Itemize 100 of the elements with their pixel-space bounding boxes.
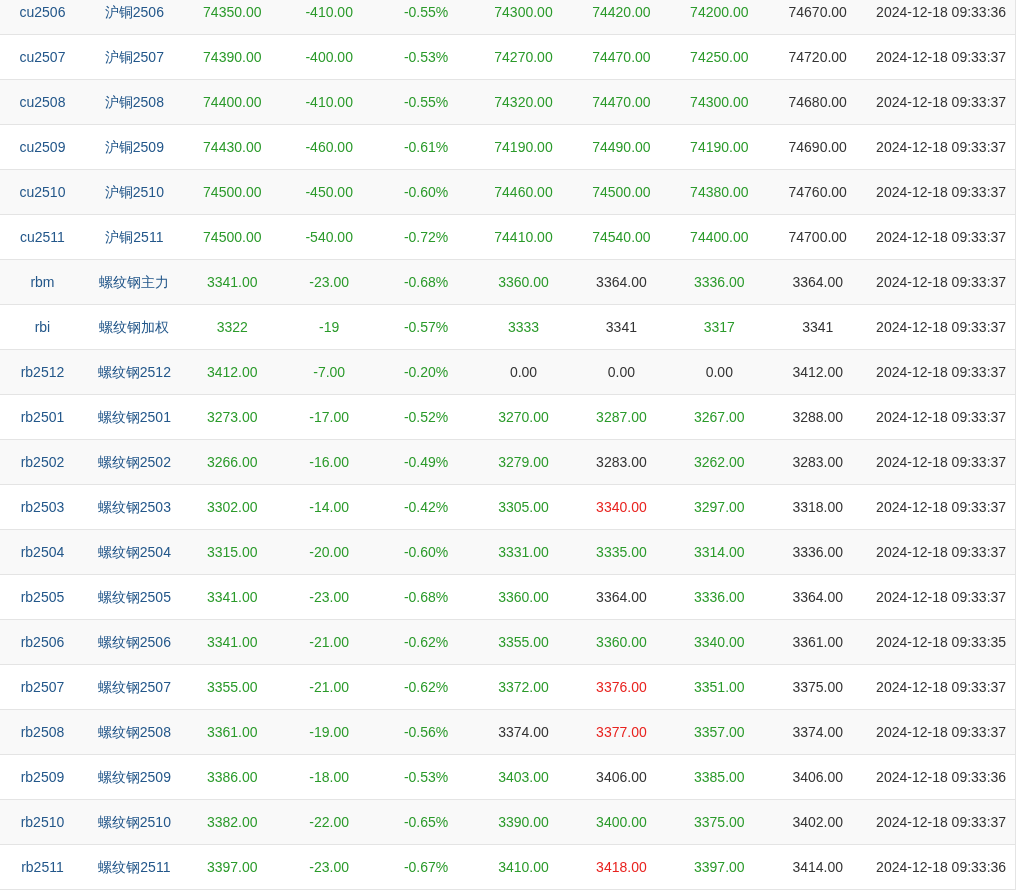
quote-cell-text: 3361.00 [791, 632, 844, 652]
quote-cell-text: 3364.00 [595, 587, 648, 607]
quote-cell-text: 3335.00 [595, 542, 648, 562]
contract-code-link[interactable]: rb2509 [0, 766, 85, 788]
quote-cell-text: 3410.00 [497, 857, 550, 877]
quote-cell-text: 3333 [506, 317, 541, 337]
time-cell-text: 2024-12-18 09:33:37 [875, 722, 1008, 742]
quote-cell-text: 3406.00 [595, 767, 648, 787]
quote-cell-text: 3390.00 [497, 812, 550, 832]
contract-code-link[interactable]: rb2511 [0, 856, 85, 878]
contract-code-link[interactable]: rb2508 [0, 721, 85, 743]
contract-code-link[interactable]: rb2506 [0, 631, 85, 653]
quote-cell-text: -0.42% [402, 497, 450, 517]
quote-cell-text: 3376.00 [595, 677, 648, 697]
contract-name-link[interactable]: 螺纹钢2506 [84, 631, 184, 653]
contract-name-link[interactable]: 螺纹钢2501 [84, 406, 184, 428]
quote-cell-text: 3364.00 [791, 587, 844, 607]
contract-code-link[interactable]: cu2509 [0, 136, 85, 158]
quote-cell-text: -410.00 [304, 92, 354, 112]
contract-name-link[interactable]: 螺纹钢2512 [84, 361, 184, 383]
quote-cell-text: 3279.00 [497, 452, 550, 472]
quote-cell-text: -0.61% [402, 137, 450, 157]
quote-cell-text: 3385.00 [693, 767, 746, 787]
contract-name-link[interactable]: 沪铜2507 [84, 46, 184, 68]
quote-cell-text: 3360.00 [497, 272, 550, 292]
quote-cell-text: -20.00 [308, 542, 351, 562]
quote-cell-text: 74270.00 [493, 47, 554, 67]
contract-name-link[interactable]: 螺纹钢2510 [84, 811, 184, 833]
contract-code-link[interactable]: rb2504 [0, 541, 85, 563]
quote-cell-text: 3357.00 [693, 722, 746, 742]
quote-cell-text: 74490.00 [591, 137, 652, 157]
time-cell-text: 2024-12-18 09:33:37 [875, 497, 1008, 517]
quote-cell-text: 3341.00 [205, 272, 259, 292]
quote-cell-text: 3400.00 [595, 812, 648, 832]
quote-cell-text: -0.53% [402, 47, 450, 67]
contract-code-link[interactable]: rb2503 [0, 496, 85, 518]
contract-code-link[interactable]: rb2501 [0, 406, 85, 428]
time-cell-text: 2024-12-18 09:33:37 [875, 92, 1008, 112]
quote-cell-text: -410.00 [304, 2, 354, 22]
contract-name-link[interactable]: 螺纹钢2503 [84, 496, 184, 518]
quote-cell-text: 3397.00 [693, 857, 746, 877]
quote-cell-text: 3418.00 [595, 857, 648, 877]
time-cell-text: 2024-12-18 09:33:37 [875, 47, 1008, 67]
contract-name-link[interactable]: 沪铜2510 [84, 181, 184, 203]
contract-name-link[interactable]: 螺纹钢主力 [84, 271, 184, 293]
quote-cell-text: 3355.00 [497, 632, 550, 652]
quote-cell-text: 74350.00 [202, 2, 263, 22]
contract-code-link[interactable]: rb2505 [0, 586, 85, 608]
time-cell-text: 2024-12-18 09:33:37 [875, 407, 1008, 427]
quote-cell-text: 3302.00 [205, 497, 259, 517]
contract-code-link[interactable]: cu2508 [0, 91, 85, 113]
quote-cell-text: -0.53% [402, 767, 450, 787]
quote-cell-text: -0.49% [402, 452, 450, 472]
quote-cell-text: 3341 [801, 317, 835, 337]
quote-cell-text: 3267.00 [693, 407, 746, 427]
quote-cell-text: -0.56% [402, 722, 450, 742]
quote-cell-text: 3322 [215, 317, 249, 337]
quote-cell-text: -23.00 [308, 857, 351, 877]
contract-code-link[interactable]: cu2510 [0, 181, 85, 203]
contract-code-link[interactable]: rb2510 [0, 811, 85, 833]
quote-cell-text: -0.68% [402, 272, 450, 292]
contract-code-link[interactable]: cu2511 [0, 226, 85, 248]
contract-name-link[interactable]: 螺纹钢2507 [84, 676, 184, 698]
quote-cell-text: 74420.00 [591, 2, 652, 22]
quote-cell-text: 3314.00 [693, 542, 746, 562]
quote-cell-text: 0.00 [606, 362, 637, 382]
contract-code-link[interactable]: rb2512 [0, 361, 85, 383]
contract-code-link[interactable]: rb2502 [0, 451, 85, 473]
contract-code-link[interactable]: rbm [0, 271, 85, 293]
contract-code-link[interactable]: rbi [0, 316, 85, 338]
quote-cell-text: 3305.00 [497, 497, 550, 517]
quote-cell-text: 74680.00 [787, 92, 848, 112]
quote-cell-text: 3283.00 [791, 452, 844, 472]
contract-name-link[interactable]: 沪铜2508 [84, 91, 184, 113]
time-cell-text: 2024-12-18 09:33:35 [875, 632, 1008, 652]
contract-name-link[interactable]: 螺纹钢2509 [84, 766, 184, 788]
contract-code-link[interactable]: cu2507 [0, 46, 85, 68]
contract-name-link[interactable]: 螺纹钢2505 [84, 586, 184, 608]
time-cell-text: 2024-12-18 09:33:36 [875, 2, 1008, 22]
time-cell-text: 2024-12-18 09:33:37 [875, 587, 1008, 607]
contract-name-link[interactable]: 螺纹钢2502 [84, 451, 184, 473]
quote-cell-text: -0.60% [402, 542, 450, 562]
quote-cell-text: 3318.00 [791, 497, 844, 517]
contract-name-link[interactable]: 沪铜2511 [84, 226, 184, 248]
quote-cell-text: -400.00 [304, 47, 354, 67]
quote-cell-text: -17.00 [308, 407, 351, 427]
time-cell-text: 2024-12-18 09:33:37 [875, 272, 1008, 292]
contract-code-link[interactable]: cu2506 [0, 1, 85, 23]
contract-name-link[interactable]: 沪铜2509 [84, 136, 184, 158]
contract-name-link[interactable]: 螺纹钢2504 [84, 541, 184, 563]
contract-name-link[interactable]: 螺纹钢加权 [84, 316, 184, 338]
quote-cell-text: 3288.00 [791, 407, 844, 427]
contract-code-link[interactable]: rb2507 [0, 676, 85, 698]
quote-cell-text: -23.00 [308, 587, 351, 607]
contract-name-link[interactable]: 螺纹钢2511 [84, 856, 184, 878]
quote-cell-text: 74250.00 [689, 47, 750, 67]
contract-name-link[interactable]: 沪铜2506 [84, 1, 184, 23]
contract-name-link[interactable]: 螺纹钢2508 [84, 721, 184, 743]
quote-cell-text: -0.57% [402, 317, 450, 337]
time-cell-text: 2024-12-18 09:33:36 [875, 767, 1008, 787]
